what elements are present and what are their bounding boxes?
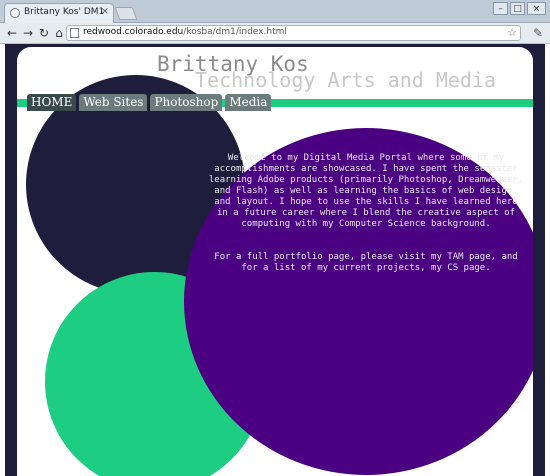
- url-path: /kosba/dm1/index.html: [183, 27, 287, 37]
- minimize-button[interactable]: –: [493, 2, 508, 15]
- web-page-viewport: Brittany Kos Technology Arts and Media H…: [0, 44, 550, 476]
- browser-toolbar: ← → ↻ ⌂ redwood.colorado.edu/kosba/dm1/i…: [0, 23, 550, 44]
- site-subtitle: Technology Arts and Media: [195, 68, 497, 92]
- window-controls: – □ ×: [493, 2, 546, 15]
- bookmark-star-icon[interactable]: ☆: [507, 26, 517, 39]
- browser-tab[interactable]: Brittany Kos' DM1 ×: [4, 3, 114, 23]
- tab-strip: Brittany Kos' DM1 × – □ ×: [0, 0, 550, 23]
- nav-home[interactable]: HOME: [27, 94, 77, 111]
- page-icon: [70, 28, 79, 38]
- nav-media[interactable]: Media: [225, 94, 272, 111]
- url-text: redwood.colorado.edu/kosba/dm1/index.htm…: [83, 27, 287, 37]
- reload-icon[interactable]: ↻: [36, 25, 52, 41]
- back-arrow-icon[interactable]: ←: [4, 25, 20, 41]
- page-container: Brittany Kos Technology Arts and Media H…: [17, 47, 533, 476]
- globe-icon: [10, 8, 20, 18]
- nav-web-sites[interactable]: Web Sites: [79, 94, 148, 111]
- address-bar[interactable]: redwood.colorado.edu/kosba/dm1/index.htm…: [66, 25, 521, 41]
- url-host: redwood.colorado.edu: [83, 27, 184, 37]
- new-tab-button[interactable]: [114, 7, 138, 20]
- maximize-button[interactable]: □: [510, 2, 525, 15]
- main-nav: HOME Web Sites Photoshop Media: [27, 94, 272, 111]
- close-tab-icon[interactable]: ×: [101, 6, 109, 17]
- intro-paragraph: Welcome to my Digital Media Portal where…: [208, 153, 524, 229]
- wrench-icon[interactable]: ✎: [530, 25, 546, 41]
- intro-content: Welcome to my Digital Media Portal where…: [207, 153, 525, 296]
- close-window-button[interactable]: ×: [527, 2, 546, 15]
- browser-window: Brittany Kos' DM1 × – □ × ← → ↻ ⌂ redwoo…: [0, 0, 550, 476]
- portfolio-paragraph: For a full portfolio page, please visit …: [214, 252, 518, 273]
- nav-photoshop[interactable]: Photoshop: [150, 94, 223, 111]
- home-icon[interactable]: ⌂: [51, 25, 67, 41]
- tab-title: Brittany Kos' DM1: [24, 7, 105, 17]
- forward-arrow-icon[interactable]: →: [20, 25, 36, 41]
